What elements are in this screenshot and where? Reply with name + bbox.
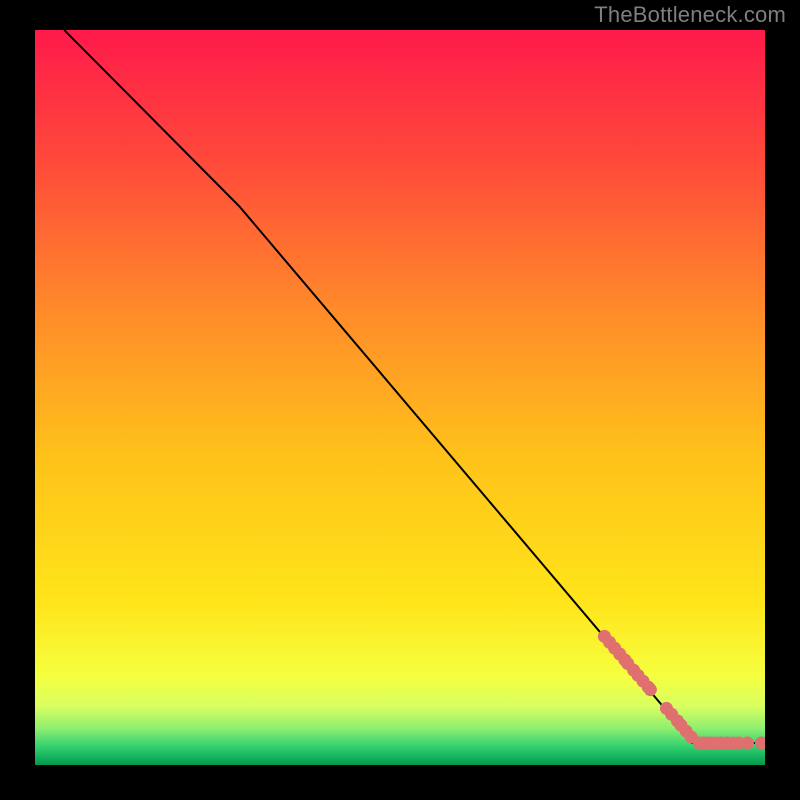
marker-point (644, 683, 657, 696)
attribution-text: TheBottleneck.com (594, 2, 786, 28)
plot-area (35, 30, 765, 765)
chart-svg (35, 30, 765, 765)
marker-point (741, 736, 754, 749)
chart-frame: TheBottleneck.com (0, 0, 800, 800)
